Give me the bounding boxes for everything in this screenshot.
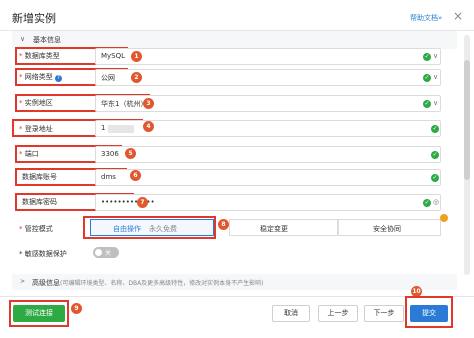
db-type-select[interactable]: MySQL ✓ ∨ xyxy=(95,48,441,65)
address-masked xyxy=(108,125,134,133)
dialog-header: 新增实例 帮助文档» × xyxy=(0,0,474,31)
net-type-select[interactable]: 公网 ✓ ∨ xyxy=(95,69,441,86)
advanced-info-section[interactable]: > 高级信息 (可编辑环境类型、名称、DBA及更多高级特性，修改对实例本身不产生… xyxy=(12,274,457,290)
net-type-label: * 网络类型 ? xyxy=(19,72,62,82)
next-button[interactable]: 下一步 xyxy=(364,305,404,322)
step-badge-8: 8 xyxy=(218,219,229,230)
account-value: dms xyxy=(101,173,116,181)
advanced-desc: (可编辑环境类型、名称、DBA及更多高级特性，修改对实例本身不产生影响) xyxy=(60,280,264,287)
db-type-label: * 数据库类型 xyxy=(19,52,60,60)
check-icon: ✓ xyxy=(423,100,431,108)
footer-divider xyxy=(0,296,474,297)
step-badge-1: 1 xyxy=(131,51,142,62)
account-input[interactable]: dms ✓ xyxy=(95,169,441,186)
port-input[interactable]: 3306 ✓ xyxy=(95,146,441,163)
chevron-right-icon: > xyxy=(20,278,26,285)
step-badge-2: 2 xyxy=(131,72,142,83)
toggle-label: 关 xyxy=(105,250,112,257)
check-icon: ✓ xyxy=(431,125,439,133)
address-label: * 登录地址 xyxy=(19,125,53,133)
prev-button[interactable]: 上一步 xyxy=(318,305,358,322)
scrollbar-thumb[interactable] xyxy=(464,60,470,180)
port-label: * 端口 xyxy=(19,150,39,158)
step-badge-6: 6 xyxy=(130,170,141,181)
chevron-down-icon: ∨ xyxy=(433,52,439,60)
check-icon: ✓ xyxy=(423,74,431,82)
check-icon: ✓ xyxy=(423,199,431,207)
dialog-title: 新增实例 xyxy=(12,12,56,25)
check-icon: ✓ xyxy=(423,53,431,61)
sensitive-data-label: * 敏感数据保护 xyxy=(19,250,67,258)
close-icon[interactable]: × xyxy=(453,9,463,23)
net-type-value: 公网 xyxy=(101,74,115,82)
test-connection-button[interactable]: 测试连接 xyxy=(13,305,65,322)
check-icon: ✓ xyxy=(431,151,439,159)
step-badge-3: 3 xyxy=(143,98,154,109)
step-badge-7: 7 xyxy=(137,197,148,208)
step-badge-5: 5 xyxy=(125,148,136,159)
cancel-button[interactable]: 取消 xyxy=(272,305,310,322)
option-label: 稳定变更 xyxy=(260,225,288,233)
control-mode-label: * 管控模式 xyxy=(19,225,53,233)
check-icon: ✓ xyxy=(431,174,439,182)
region-value: 华东1（杭州） xyxy=(101,100,148,108)
control-mode-stable-option[interactable]: 稳定变更 xyxy=(229,219,338,236)
db-type-value: MySQL xyxy=(101,52,126,60)
chevron-down-icon: ∨ xyxy=(433,99,439,107)
submit-button[interactable]: 提交 xyxy=(410,305,448,322)
port-value: 3306 xyxy=(101,150,119,158)
chevron-down-icon: ∨ xyxy=(433,73,439,81)
eye-icon[interactable]: ◎ xyxy=(433,198,439,206)
option-label: 安全协同 xyxy=(373,225,401,233)
account-label: 数据库账号 xyxy=(22,173,57,181)
password-label: 数据库密码 xyxy=(22,198,57,206)
region-label: * 实例地区 xyxy=(19,99,53,107)
step-badge-9: 9 xyxy=(71,303,82,314)
control-mode-secure-option[interactable]: 安全协同 xyxy=(338,219,441,236)
help-icon[interactable]: ? xyxy=(54,75,62,82)
section-title: 基本信息 xyxy=(33,36,61,44)
control-mode-highlight xyxy=(83,216,216,239)
advanced-title: 高级信息 xyxy=(32,279,60,287)
sensitive-data-toggle[interactable]: 关 xyxy=(93,247,119,258)
tip-icon[interactable] xyxy=(440,214,448,222)
help-doc-link[interactable]: 帮助文档» xyxy=(410,13,442,23)
chevron-down-icon: ∨ xyxy=(20,35,26,43)
step-badge-4: 4 xyxy=(143,121,154,132)
toggle-knob xyxy=(95,249,102,256)
address-value: 1 xyxy=(101,124,106,132)
